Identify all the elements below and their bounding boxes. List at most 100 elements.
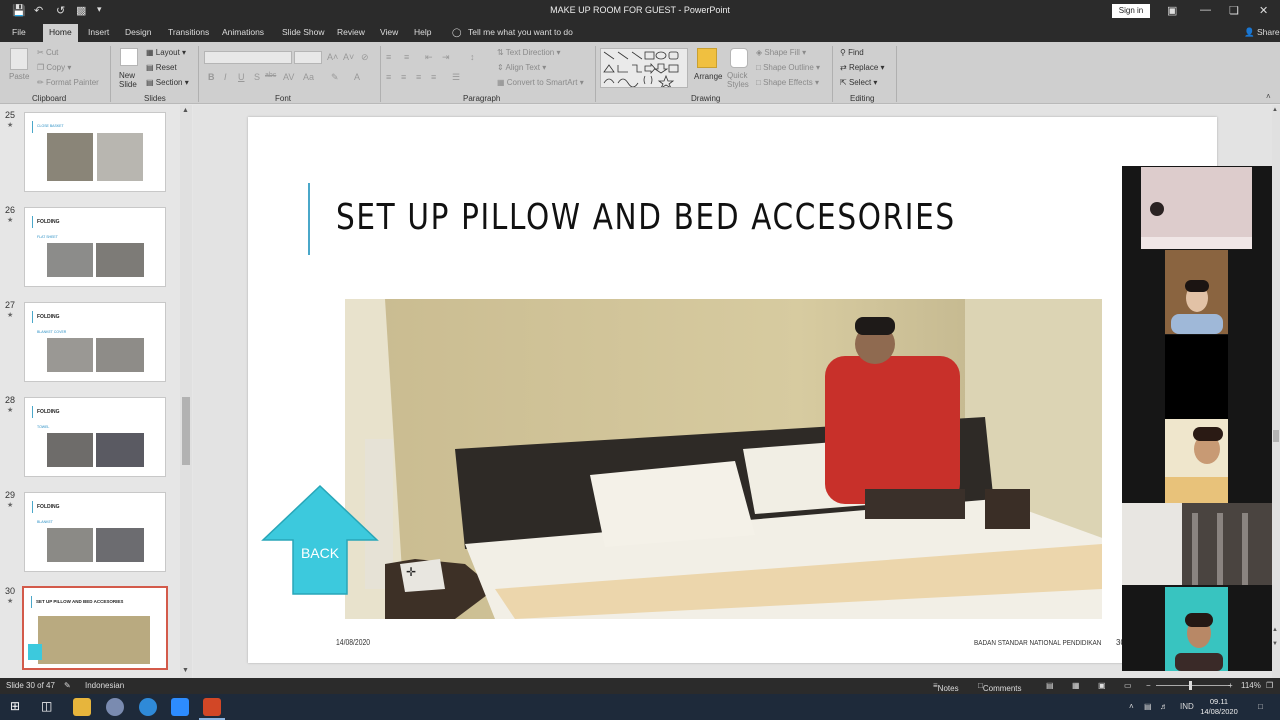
editor-scrollbar[interactable]: ▲ ▲ ▼ bbox=[1272, 105, 1280, 678]
collapse-ribbon-icon[interactable]: ˄ bbox=[1266, 92, 1271, 101]
select-button[interactable]: ⇱ Select ▾ bbox=[840, 78, 877, 87]
section-button[interactable]: ▤ Section ▾ bbox=[146, 78, 189, 87]
zoom-app-icon[interactable] bbox=[171, 698, 189, 716]
increase-font-icon[interactable]: A˄ bbox=[327, 52, 338, 62]
shapes-gallery[interactable] bbox=[600, 48, 688, 90]
slide-thumbnail-30[interactable]: SET UP PILLOW AND BED ACCESORIES bbox=[22, 586, 168, 670]
highlight-icon[interactable]: ✎ bbox=[331, 72, 339, 83]
replace-button[interactable]: ⇄ Replace ▾ bbox=[840, 63, 885, 72]
slide-thumbnail-29[interactable]: FOLDING BLANKET bbox=[24, 492, 166, 572]
cut-button[interactable]: ✂ Cut bbox=[37, 48, 58, 57]
bold-icon[interactable]: B bbox=[208, 72, 215, 82]
notifications-icon[interactable]: □ bbox=[1258, 702, 1263, 711]
scroll-up-icon[interactable]: ▲ bbox=[182, 107, 189, 114]
slide-thumbnail-27[interactable]: FOLDING BLANKET COVER bbox=[24, 302, 166, 382]
quick-styles-button[interactable]: Quick Styles bbox=[727, 71, 751, 89]
reading-view-icon[interactable]: ▣ bbox=[1098, 681, 1106, 690]
tab-file[interactable]: File bbox=[12, 27, 26, 37]
format-painter-button[interactable]: ✏ Format Painter bbox=[37, 78, 99, 87]
reset-button[interactable]: ▤ Reset bbox=[146, 63, 177, 72]
align-right-icon[interactable]: ≡ bbox=[416, 72, 421, 82]
scroll-down-icon[interactable]: ▼ bbox=[182, 667, 189, 674]
bed-photo[interactable] bbox=[345, 299, 1102, 619]
normal-view-icon[interactable]: ▤ bbox=[1046, 681, 1054, 690]
new-slide-icon[interactable] bbox=[120, 48, 138, 66]
next-slide-icon[interactable]: ▼ bbox=[1272, 641, 1278, 647]
tab-help[interactable]: Help bbox=[414, 27, 431, 37]
columns-icon[interactable]: ☰ bbox=[452, 72, 460, 83]
align-center-icon[interactable]: ≡ bbox=[401, 72, 406, 82]
font-size-input[interactable] bbox=[294, 51, 322, 64]
arrange-button[interactable]: Arrange bbox=[694, 72, 722, 81]
line-spacing-icon[interactable]: ↕ bbox=[470, 52, 475, 62]
zoom-level[interactable]: 114% bbox=[1241, 681, 1261, 690]
shape-fill-button[interactable]: ◈ Shape Fill ▾ bbox=[756, 48, 806, 57]
decrease-indent-icon[interactable]: ⇤ bbox=[425, 52, 433, 63]
prev-slide-icon[interactable]: ▲ bbox=[1272, 627, 1278, 633]
zoom-slider-handle[interactable] bbox=[1189, 681, 1192, 690]
increase-indent-icon[interactable]: ⇥ bbox=[442, 52, 450, 63]
decrease-font-icon[interactable]: A˅ bbox=[343, 52, 354, 62]
underline-icon[interactable]: U bbox=[238, 72, 245, 82]
restore-icon[interactable]: ❏ bbox=[1229, 4, 1239, 17]
strikethrough-icon[interactable]: abc bbox=[265, 72, 276, 79]
sign-in-button[interactable]: Sign in bbox=[1112, 4, 1150, 18]
text-direction-button[interactable]: ⇅ Text Direction ▾ bbox=[497, 48, 561, 57]
shadow-icon[interactable]: S bbox=[254, 72, 260, 82]
thumbnail-scrollbar[interactable]: ▲ ▼ bbox=[180, 105, 192, 678]
tab-review[interactable]: Review bbox=[337, 27, 365, 37]
volume-icon[interactable]: ♬ bbox=[1160, 702, 1168, 711]
shape-effects-button[interactable]: □ Shape Effects ▾ bbox=[756, 78, 819, 87]
new-slide-button[interactable]: New Slide bbox=[119, 71, 141, 89]
participant-video-2[interactable] bbox=[1165, 250, 1228, 334]
scrollbar-thumb[interactable] bbox=[1273, 430, 1279, 442]
back-button[interactable]: BACK bbox=[261, 484, 379, 596]
tab-slide-show[interactable]: Slide Show bbox=[282, 27, 325, 37]
tab-insert[interactable]: Insert bbox=[88, 27, 109, 37]
slide-thumbnail-25[interactable]: CLOSE BASKET bbox=[24, 112, 166, 192]
font-color-icon[interactable]: A bbox=[354, 72, 360, 82]
find-button[interactable]: ⚲ Find bbox=[840, 48, 864, 57]
tell-me-search[interactable]: Tell me what you want to do bbox=[468, 27, 573, 37]
task-view-icon[interactable]: ◫ bbox=[41, 699, 52, 713]
app-icon[interactable] bbox=[106, 698, 124, 716]
zoom-in-icon[interactable]: + bbox=[1228, 681, 1233, 690]
system-clock[interactable]: 09.11 14/08/2020 bbox=[1194, 697, 1244, 717]
comments-button[interactable]: □ Comments bbox=[978, 681, 1022, 693]
tab-design[interactable]: Design bbox=[125, 27, 151, 37]
numbering-icon[interactable]: ≡ bbox=[404, 52, 409, 62]
justify-icon[interactable]: ≡ bbox=[431, 72, 436, 82]
close-icon[interactable]: ✕ bbox=[1259, 4, 1268, 17]
current-slide[interactable]: SET UP PILLOW AND BED ACCESORIES BACK ✛ … bbox=[248, 117, 1217, 663]
notes-button[interactable]: ≡ Notes bbox=[933, 681, 959, 693]
align-text-button[interactable]: ⇕ Align Text ▾ bbox=[497, 63, 546, 72]
tab-transitions[interactable]: Transitions bbox=[168, 27, 209, 37]
spacing-icon[interactable]: AV bbox=[283, 72, 294, 82]
shape-outline-button[interactable]: □ Shape Outline ▾ bbox=[756, 63, 820, 72]
scrollbar-thumb[interactable] bbox=[182, 397, 190, 465]
slide-title[interactable]: SET UP PILLOW AND BED ACCESORIES bbox=[336, 197, 956, 238]
network-icon[interactable]: ▤ bbox=[1144, 702, 1152, 711]
edge-icon[interactable] bbox=[139, 698, 157, 716]
arrange-icon[interactable] bbox=[697, 48, 717, 68]
change-case-icon[interactable]: Aa bbox=[303, 72, 314, 82]
italic-icon[interactable]: I bbox=[224, 72, 227, 82]
convert-smartart-button[interactable]: ▦ Convert to SmartArt ▾ bbox=[497, 78, 584, 87]
participant-video-1[interactable] bbox=[1141, 167, 1252, 249]
paste-button[interactable]: Paste bbox=[9, 72, 29, 81]
zoom-slider[interactable] bbox=[1156, 685, 1230, 686]
participant-video-3[interactable] bbox=[1165, 335, 1228, 419]
copy-button[interactable]: ❐ Copy ▾ bbox=[37, 63, 71, 72]
participant-video-5[interactable] bbox=[1122, 503, 1272, 585]
slide-show-icon[interactable]: ▭ bbox=[1124, 681, 1132, 690]
tray-expand-icon[interactable]: ˄ bbox=[1129, 702, 1134, 711]
windows-start-icon[interactable]: ⊞ bbox=[10, 699, 20, 713]
file-explorer-icon[interactable] bbox=[73, 698, 91, 716]
tab-animations[interactable]: Animations bbox=[222, 27, 264, 37]
paste-icon[interactable] bbox=[10, 48, 28, 70]
spell-check-icon[interactable]: ✎ bbox=[64, 681, 71, 690]
zoom-out-icon[interactable]: − bbox=[1146, 681, 1151, 690]
powerpoint-icon[interactable] bbox=[203, 698, 221, 716]
clear-format-icon[interactable]: ⊘ bbox=[361, 52, 369, 63]
slide-sorter-icon[interactable]: ▦ bbox=[1072, 681, 1080, 690]
